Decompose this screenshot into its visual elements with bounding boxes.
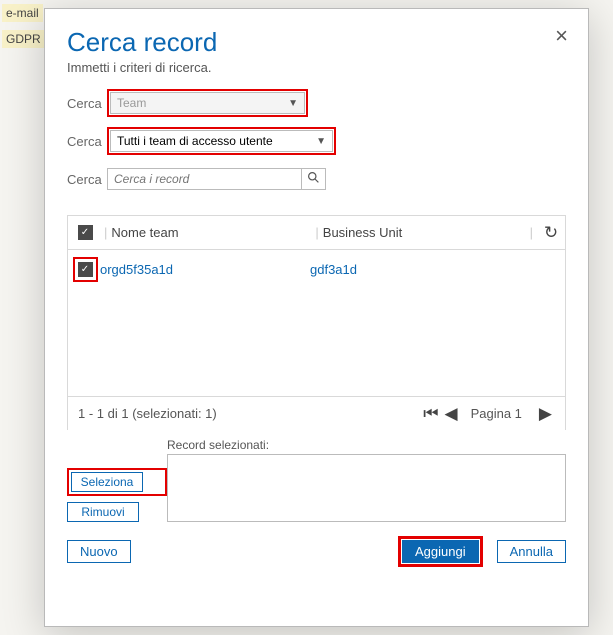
search-button[interactable] — [302, 168, 326, 190]
search-label: Cerca — [67, 172, 107, 187]
cell-bu[interactable]: gdf3a1d — [310, 262, 357, 277]
pager-count: 1 - 1 di 1 (selezionati: 1) — [78, 406, 420, 421]
entity-dropdown-value: Team — [117, 96, 146, 110]
chevron-down-icon: ▼ — [316, 136, 326, 147]
pager-prev-icon[interactable]: ◀ — [442, 404, 461, 424]
search-icon — [307, 171, 320, 187]
view-dropdown[interactable]: Tutti i team di accesso utente ▼ — [110, 130, 333, 152]
pager-first-icon[interactable]: ⏮ — [420, 404, 441, 424]
pager-page-label: Pagina 1 — [471, 406, 522, 421]
remove-button[interactable]: Rimuovi — [67, 502, 139, 522]
cell-name[interactable]: orgd5f35a1d — [100, 262, 310, 277]
select-all-checkbox[interactable]: ✓ — [78, 225, 93, 240]
modal-subtitle: Immetti i criteri di ricerca. — [67, 60, 566, 75]
select-button[interactable]: Seleziona — [71, 472, 143, 492]
table-header: ✓ | Nome team | Business Unit | ↻ — [68, 216, 565, 250]
row-checkbox[interactable]: ✓ — [78, 262, 93, 277]
new-button[interactable]: Nuovo — [67, 540, 131, 563]
entity-dropdown[interactable]: Team ▼ — [110, 92, 305, 114]
table-row[interactable]: ✓ orgd5f35a1d gdf3a1d — [68, 250, 565, 288]
bg-text-1: e-mail — [2, 4, 43, 22]
entity-label: Cerca — [67, 96, 107, 111]
col-header-bu[interactable]: Business Unit — [323, 225, 526, 240]
add-button[interactable]: Aggiungi — [402, 540, 479, 563]
lookup-modal: × Cerca record Immetti i criteri di rice… — [44, 8, 589, 627]
selected-label: Record selezionati: — [167, 438, 566, 452]
search-input[interactable] — [107, 168, 302, 190]
results-table: ✓ | Nome team | Business Unit | ↻ ✓ orgd… — [67, 215, 566, 430]
col-header-name[interactable]: Nome team — [111, 225, 311, 240]
pager: 1 - 1 di 1 (selezionati: 1) ⏮ ◀ Pagina 1… — [68, 396, 565, 430]
refresh-icon[interactable]: ↻ — [537, 223, 565, 243]
pager-next-icon[interactable]: ▶ — [536, 404, 555, 424]
close-icon[interactable]: × — [555, 25, 568, 47]
modal-title: Cerca record — [67, 27, 566, 58]
cancel-button[interactable]: Annulla — [497, 540, 566, 563]
selected-records-box[interactable] — [167, 454, 566, 522]
view-label: Cerca — [67, 134, 107, 149]
chevron-down-icon: ▼ — [288, 98, 298, 109]
view-dropdown-value: Tutti i team di accesso utente — [117, 134, 273, 148]
